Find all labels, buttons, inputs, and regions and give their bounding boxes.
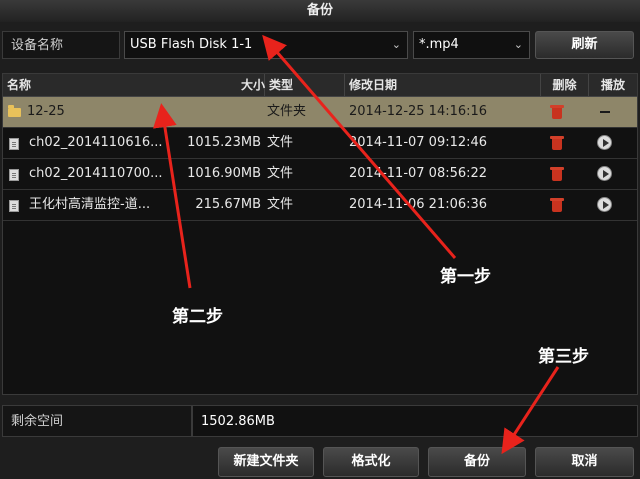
step2-annotation: 第二步 xyxy=(172,307,223,327)
annotation-arrows xyxy=(152,34,560,455)
step2-arrow xyxy=(152,103,192,289)
step3-annotation: 第三步 xyxy=(538,347,589,367)
step1-arrow xyxy=(262,34,457,259)
step1-annotation: 第一步 xyxy=(440,267,491,287)
step3-arrow xyxy=(501,366,560,455)
